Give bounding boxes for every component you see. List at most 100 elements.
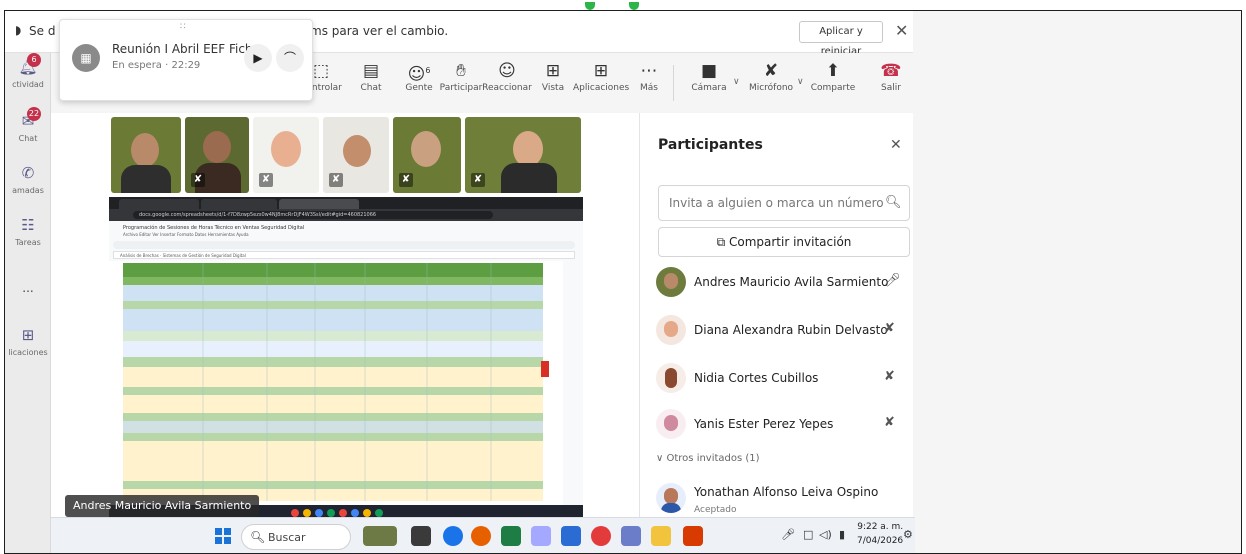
participant-video <box>411 131 441 167</box>
battery-icon[interactable]: ▮ <box>839 528 845 541</box>
leave-button[interactable]: ☎︎ Salir <box>863 59 919 93</box>
browser-tab[interactable] <box>201 199 277 209</box>
other-invitees-toggle[interactable]: ∨ Otros invitados (1) <box>656 453 760 464</box>
drag-handle-icon[interactable]: ∷ <box>180 22 187 32</box>
rail-item-label: licaciones <box>8 348 48 357</box>
mic-off-icon: ✘ <box>259 173 273 187</box>
participant-name: Yanis Ester Perez Yepes <box>694 417 834 431</box>
mic-off-icon: ✘ <box>191 173 205 187</box>
chevron-down-icon[interactable]: ∨ <box>797 77 804 87</box>
network-icon[interactable] <box>531 526 551 546</box>
browser-tab[interactable] <box>279 199 359 209</box>
close-icon[interactable]: ✕ <box>895 21 908 40</box>
rail-item-more[interactable]: ... <box>5 281 51 295</box>
leave-label: Salir <box>881 83 901 93</box>
chrome-icon[interactable] <box>443 526 463 546</box>
file-explorer-icon[interactable] <box>651 526 671 546</box>
participant-name: Diana Alexandra Rubin Delvasto <box>694 323 888 337</box>
office-icon[interactable] <box>683 526 703 546</box>
participant-video-body <box>501 163 557 193</box>
taskbar-search-label: Buscar <box>268 531 306 544</box>
microphone-button[interactable]: ✘ Micrófono <box>743 59 799 93</box>
spreadsheet-grid <box>109 261 583 505</box>
guest-row[interactable]: Yonathan Alfonso Leiva Ospino Aceptado <box>656 479 908 519</box>
microphone-label: Micrófono <box>748 83 794 93</box>
guest-name: Yonathan Alfonso Leiva Ospino <box>694 485 879 499</box>
more-button[interactable]: ⋯ Más <box>621 59 677 93</box>
participant-name: Nidia Cortes Cubillos <box>694 371 819 385</box>
clipboard-icon: ☷ <box>21 216 35 234</box>
network-tray-icon[interactable]: □ <box>803 528 813 541</box>
browser-address-bar: docs.google.com/spreadsheets/d/1-f7D8zwp… <box>109 209 583 221</box>
windows-taskbar: 🔍︎ Buscar 🎤︎ □ ◁) ▮ 9:22 a. m. 7/04/2026… <box>51 517 915 553</box>
widgets-icon[interactable] <box>363 526 397 546</box>
spreadsheet-toolbar <box>113 241 575 249</box>
participant-row[interactable]: Diana Alexandra Rubin Delvasto ✘ <box>656 311 908 351</box>
video-tile[interactable]: ✘ <box>465 117 581 193</box>
microphone-tray-icon[interactable]: 🎤︎ <box>781 528 795 541</box>
resume-button[interactable]: ▶ <box>244 44 272 72</box>
rail-item-label: Tareas <box>15 238 41 247</box>
participant-name: Andres Mauricio Avila Sarmiento <box>694 275 889 289</box>
camera-app-icon[interactable] <box>621 526 641 546</box>
chevron-down-icon[interactable]: ∨ <box>733 77 740 87</box>
video-tile[interactable]: ✘ <box>253 117 319 193</box>
raise-hand-label: Participar <box>439 83 483 93</box>
rail-item-chat[interactable]: ✉︎ 22 Chat <box>5 107 51 143</box>
volume-icon[interactable]: ◁) <box>819 528 832 541</box>
phone-icon: ✆ <box>21 164 35 182</box>
formula-bar: Análisis de Brechas · Sistemas de Gestió… <box>113 251 575 259</box>
browser-tab[interactable] <box>119 199 199 209</box>
hang-up-icon: ☎︎ <box>880 61 902 81</box>
presenter-name-tag: Andres Mauricio Avila Sarmiento <box>65 495 260 517</box>
shared-url[interactable]: docs.google.com/spreadsheets/d/1-f7D8zwp… <box>133 211 493 219</box>
participant-video-body <box>121 165 171 193</box>
rail-item-activity[interactable]: 🔔︎ 6 ctividad <box>5 53 51 89</box>
share-invite-icon: ⧉ <box>716 235 729 249</box>
taskbar-time: 9:22 a. m. <box>857 522 904 532</box>
task-view-icon[interactable] <box>411 526 431 546</box>
meeting-title: Reunión I Abril EEF Fich <box>112 42 253 56</box>
video-tile[interactable] <box>111 117 181 193</box>
chevron-down-icon: ∨ <box>656 453 667 464</box>
toolbar-divider <box>673 65 674 101</box>
mic-off-icon: ✘ <box>763 61 779 81</box>
rail-item-tasks[interactable]: ☷ Tareas <box>5 215 51 247</box>
taskbar-clock[interactable]: 9:22 a. m. 7/04/2026 <box>857 520 903 548</box>
rail-item-apps[interactable]: ⊞ licaciones <box>5 325 51 357</box>
share-label: Comparte <box>810 83 856 93</box>
video-tile[interactable]: ✘ <box>185 117 249 193</box>
rail-item-calls[interactable]: ✆ amadas <box>5 163 51 195</box>
video-tile[interactable]: ✘ <box>393 117 461 193</box>
participant-row[interactable]: Yanis Ester Perez Yepes ✘ <box>656 405 908 445</box>
participant-row[interactable]: Nidia Cortes Cubillos ✘ <box>656 359 908 399</box>
media-icon[interactable] <box>591 526 611 546</box>
mic-off-icon: ✘ <box>884 415 895 430</box>
video-tile[interactable]: ✘ <box>323 117 389 193</box>
participant-video <box>203 131 231 163</box>
word-icon[interactable] <box>561 526 581 546</box>
mini-hang-up-button[interactable]: ⌒ <box>276 44 304 72</box>
rail-item-label: Chat <box>18 134 38 143</box>
mic-off-icon: ✘ <box>399 173 413 187</box>
camera-label: Cámara <box>691 83 727 93</box>
share-invite-button[interactable]: ⧉ Compartir invitación <box>658 227 910 257</box>
guest-status: Aceptado <box>694 505 737 515</box>
avatar <box>656 483 686 513</box>
participant-row[interactable]: Andres Mauricio Avila Sarmiento 🎤︎ <box>656 263 908 303</box>
share-screen-button[interactable]: ⬆︎ Comparte <box>805 59 861 93</box>
chat-icon: ✉︎ 22 <box>21 107 41 130</box>
firefox-icon[interactable] <box>471 526 491 546</box>
apply-restart-button[interactable]: Aplicar y reiniciar <box>799 21 883 57</box>
notification-bell-icon[interactable]: ⚙ <box>903 528 913 541</box>
close-icon[interactable]: ✕ <box>890 137 902 153</box>
windows-start-button[interactable] <box>215 528 231 544</box>
spreadsheet-header: Programación de Sesiones de Horas Técnic… <box>109 221 583 261</box>
excel-icon[interactable] <box>501 526 521 546</box>
shared-screen[interactable]: docs.google.com/spreadsheets/d/1-f7D8zwp… <box>109 197 583 521</box>
meeting-mini-window[interactable]: ∷ ▦ Reunión I Abril EEF Fich En espera ·… <box>59 19 313 101</box>
taskbar-search[interactable]: 🔍︎ Buscar <box>241 524 351 550</box>
camera-button[interactable]: ■ Cámara <box>681 59 737 93</box>
people-label: Gente <box>405 83 433 93</box>
invite-search-input[interactable]: Invita a alguien o marca un número 🔍︎ <box>658 185 910 221</box>
